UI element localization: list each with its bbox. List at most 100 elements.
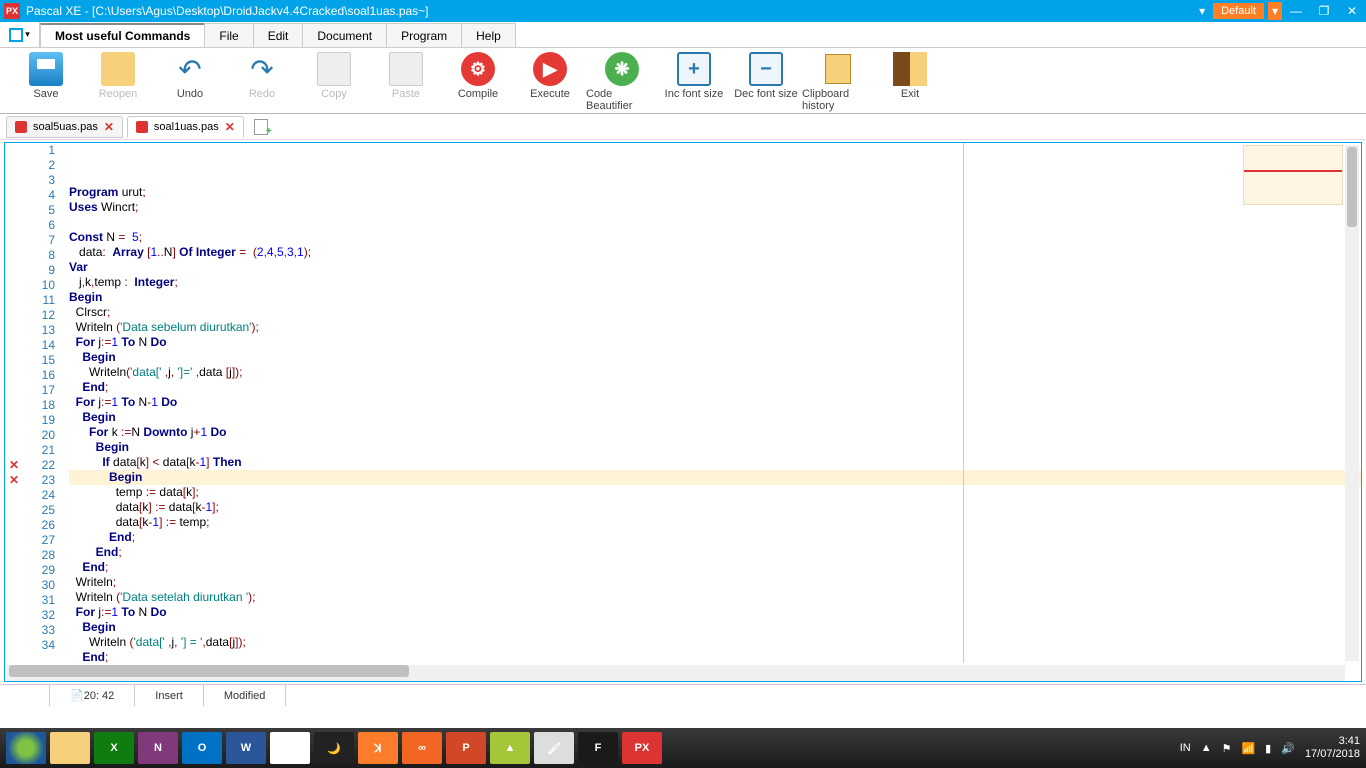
code-line[interactable]: For j:=1 To N Do bbox=[69, 335, 1361, 350]
code-line[interactable]: If data[k] < data[k-1] Then bbox=[69, 455, 1361, 470]
vertical-scrollbar[interactable] bbox=[1345, 145, 1359, 661]
code-line[interactable]: Writeln; bbox=[69, 575, 1361, 590]
tray-volume-icon[interactable]: 🔊 bbox=[1281, 742, 1295, 755]
menu-tab-program[interactable]: Program bbox=[386, 23, 462, 47]
language-indicator[interactable]: IN bbox=[1180, 742, 1191, 754]
code-line[interactable]: End; bbox=[69, 560, 1361, 575]
badge-dropdown-icon[interactable]: ▾ bbox=[1268, 2, 1282, 20]
new-document-button[interactable] bbox=[254, 119, 270, 135]
reopen-icon bbox=[101, 52, 135, 86]
code-line[interactable]: Begin bbox=[69, 470, 1361, 485]
horizontal-scrollbar[interactable] bbox=[7, 665, 1345, 681]
error-marker-icon: ✕ bbox=[9, 473, 19, 488]
code-line[interactable]: Begin bbox=[69, 350, 1361, 365]
tray-flag-icon[interactable]: ▲ bbox=[1201, 742, 1212, 754]
clipboard-history-button[interactable]: Clipboard history bbox=[802, 52, 874, 113]
code-line[interactable]: Writeln('data[' ,j, ']=' ,data [j]); bbox=[69, 365, 1361, 380]
minimap[interactable] bbox=[1243, 145, 1343, 205]
menu-tab-most-useful-commands[interactable]: Most useful Commands bbox=[40, 23, 205, 47]
save-icon bbox=[29, 52, 63, 86]
code-line[interactable]: data[k] := data[k-1]; bbox=[69, 500, 1361, 515]
config-badge[interactable]: Default bbox=[1213, 3, 1264, 19]
code-line[interactable]: For k :=N Downto j+1 Do bbox=[69, 425, 1361, 440]
code-line[interactable]: j,k,temp : Integer; bbox=[69, 275, 1361, 290]
inc-font-size-button[interactable]: +Inc font size bbox=[658, 52, 730, 113]
menu-tab-document[interactable]: Document bbox=[302, 23, 387, 47]
compile-button[interactable]: ⚙Compile bbox=[442, 52, 514, 113]
close-tab-icon[interactable]: ✕ bbox=[225, 120, 235, 134]
minimize-button[interactable]: — bbox=[1282, 2, 1310, 20]
taskbar-app-5[interactable]: ◉ bbox=[270, 732, 310, 764]
code-line[interactable]: data: Array [1..N] Of Integer = (2,4,5,3… bbox=[69, 245, 1361, 260]
tray-network-icon[interactable]: 📶 bbox=[1241, 742, 1255, 755]
taskbar-app-1[interactable]: X bbox=[94, 732, 134, 764]
code-line[interactable]: temp := data[k]; bbox=[69, 485, 1361, 500]
code-line[interactable]: data[k-1] := temp; bbox=[69, 515, 1361, 530]
code-line[interactable]: For j:=1 To N Do bbox=[69, 605, 1361, 620]
code-line[interactable]: Var bbox=[69, 260, 1361, 275]
code-line[interactable]: Writeln ('data[' ,j, '] = ',data[j]); bbox=[69, 635, 1361, 650]
code-line[interactable]: End; bbox=[69, 380, 1361, 395]
undo-icon: ↶ bbox=[173, 52, 207, 86]
document-tabs: soal5uas.pas✕soal1uas.pas✕ bbox=[0, 114, 1366, 140]
exit-icon bbox=[893, 52, 927, 86]
taskbar-app-12[interactable]: F bbox=[578, 732, 618, 764]
code-line[interactable]: For j:=1 To N-1 Do bbox=[69, 395, 1361, 410]
system-tray[interactable]: IN ▲ ⚑ 📶 ▮ 🔊 3:41 17/07/2018 bbox=[1180, 735, 1360, 761]
code-line[interactable]: End; bbox=[69, 545, 1361, 560]
menu-tab-edit[interactable]: Edit bbox=[253, 23, 304, 47]
undo-button[interactable]: ↶Undo bbox=[154, 52, 226, 113]
code-line[interactable]: Writeln ('Data sebelum diurutkan'); bbox=[69, 320, 1361, 335]
tray-action-icon[interactable]: ⚑ bbox=[1222, 742, 1232, 755]
maximize-button[interactable]: ❐ bbox=[1310, 2, 1338, 20]
exit-button[interactable]: Exit bbox=[874, 52, 946, 113]
taskbar-app-10[interactable]: ▲ bbox=[490, 732, 530, 764]
code-line[interactable]: Begin bbox=[69, 440, 1361, 455]
code-line[interactable]: End; bbox=[69, 650, 1361, 663]
code-line[interactable]: Uses Wincrt; bbox=[69, 200, 1361, 215]
close-button[interactable]: ✕ bbox=[1338, 2, 1366, 20]
ruler-line bbox=[963, 143, 964, 663]
dec-font-size-button[interactable]: −Dec font size bbox=[730, 52, 802, 113]
code-line[interactable]: Program urut; bbox=[69, 185, 1361, 200]
execute-button[interactable]: ▶Execute bbox=[514, 52, 586, 113]
taskbar-app-3[interactable]: O bbox=[182, 732, 222, 764]
reopen-button: Reopen bbox=[82, 52, 154, 113]
layout-config-button[interactable]: ▾ bbox=[0, 22, 40, 47]
status-bar: 📄 20: 42 Insert Modified bbox=[0, 684, 1366, 706]
tray-battery-icon[interactable]: ▮ bbox=[1265, 742, 1271, 755]
taskbar-app-13[interactable]: PX bbox=[622, 732, 662, 764]
taskbar-app-8[interactable]: ∞ bbox=[402, 732, 442, 764]
clock[interactable]: 3:41 17/07/2018 bbox=[1305, 735, 1360, 761]
taskbar-app-0[interactable] bbox=[50, 732, 90, 764]
menu-bar: ▾ Most useful CommandsFileEditDocumentPr… bbox=[0, 22, 1366, 48]
doc-tab-soal1uas-pas[interactable]: soal1uas.pas✕ bbox=[127, 116, 244, 138]
code-line[interactable]: Begin bbox=[69, 410, 1361, 425]
code-beautifier-button[interactable]: ❋Code Beautifier bbox=[586, 52, 658, 113]
close-tab-icon[interactable]: ✕ bbox=[104, 120, 114, 134]
toolbar: SaveReopen↶Undo↷RedoCopyPaste⚙Compile▶Ex… bbox=[0, 48, 1366, 114]
doc-tab-soal5uas-pas[interactable]: soal5uas.pas✕ bbox=[6, 116, 123, 138]
copy-button: Copy bbox=[298, 52, 370, 113]
menu-tab-file[interactable]: File bbox=[204, 23, 253, 47]
taskbar-app-6[interactable]: 🌙 bbox=[314, 732, 354, 764]
code-line[interactable]: Const N = 5; bbox=[69, 230, 1361, 245]
taskbar-app-2[interactable]: N bbox=[138, 732, 178, 764]
taskbar-app-4[interactable]: W bbox=[226, 732, 266, 764]
line-gutter: 12345678910111213141516171819202122✕23✕2… bbox=[5, 143, 63, 663]
menu-tab-help[interactable]: Help bbox=[461, 23, 516, 47]
code-line[interactable]: Clrscr; bbox=[69, 305, 1361, 320]
taskbar-app-11[interactable]: 🖌 bbox=[534, 732, 574, 764]
start-button[interactable] bbox=[6, 732, 46, 764]
code-line[interactable] bbox=[69, 215, 1361, 230]
dropdown-icon[interactable]: ▾ bbox=[1199, 4, 1205, 18]
code-line[interactable]: Writeln ('Data setelah diurutkan '); bbox=[69, 590, 1361, 605]
code-editor[interactable]: Program urut;Uses Wincrt; Const N = 5; da… bbox=[63, 143, 1361, 663]
taskbar-app-7[interactable]: ꓘ bbox=[358, 732, 398, 764]
code-line[interactable]: Begin bbox=[69, 290, 1361, 305]
code-line[interactable]: End; bbox=[69, 530, 1361, 545]
taskbar-app-9[interactable]: P bbox=[446, 732, 486, 764]
compile-icon: ⚙ bbox=[461, 52, 495, 86]
save-button[interactable]: Save bbox=[10, 52, 82, 113]
code-line[interactable]: Begin bbox=[69, 620, 1361, 635]
